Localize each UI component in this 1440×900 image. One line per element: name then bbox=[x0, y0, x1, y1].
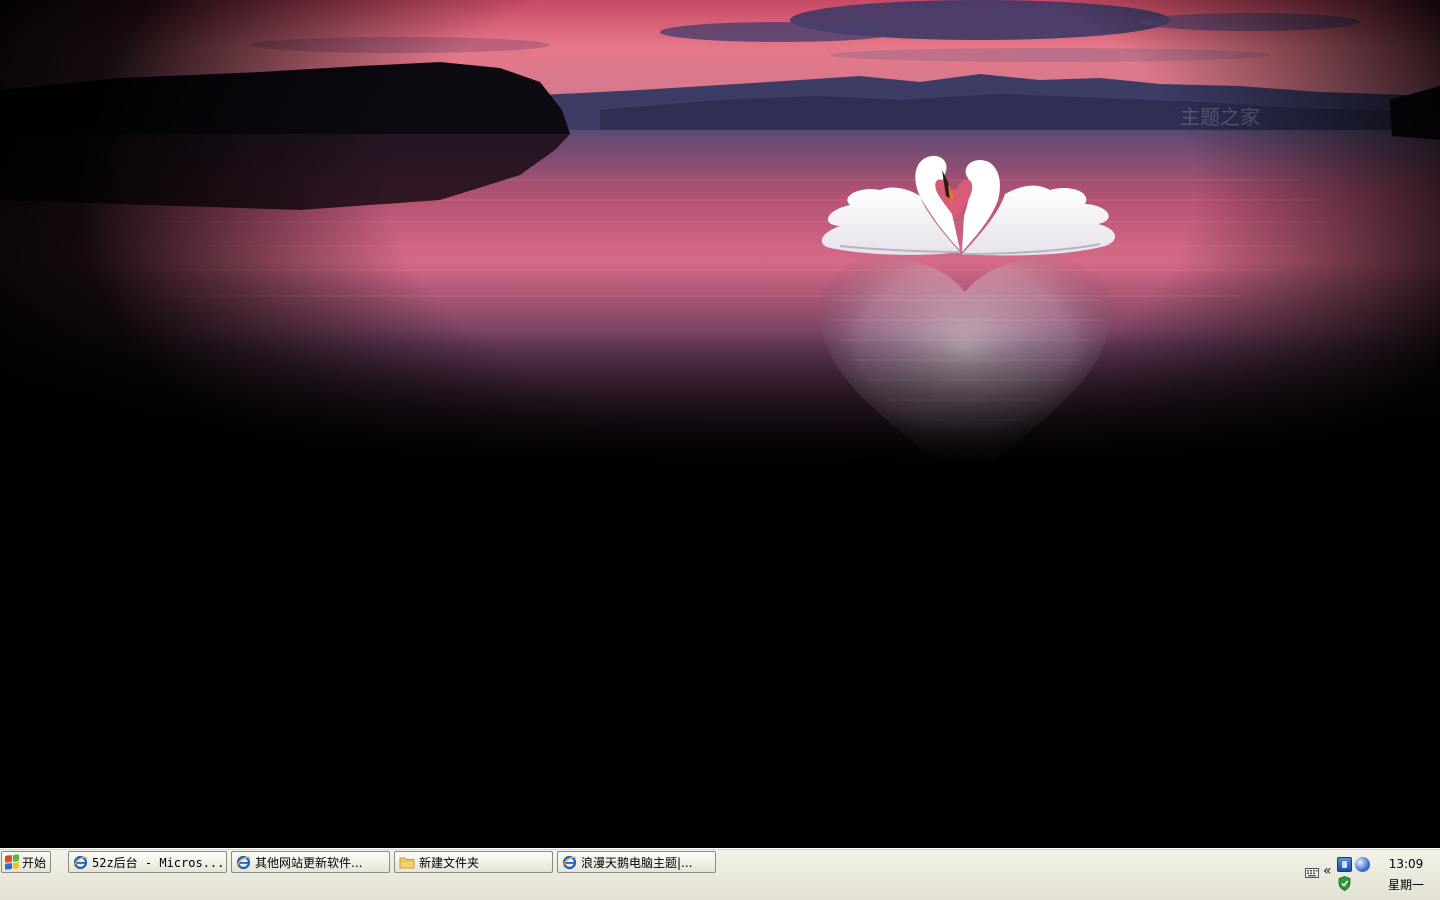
desktop: 主题之家 bbox=[0, 0, 1440, 848]
taskbar-item-new-folder[interactable]: 新建文件夹 bbox=[394, 851, 553, 873]
start-label: 开始 bbox=[22, 855, 47, 870]
wallpaper-watermark: 主题之家 bbox=[1180, 105, 1260, 129]
ie-icon bbox=[562, 855, 577, 869]
taskbar-item-label: 其他网站更新软件... bbox=[255, 855, 363, 870]
show-hidden-icons-chevron[interactable]: « bbox=[1323, 863, 1332, 879]
taskbar-item-other-sites[interactable]: 其他网站更新软件... bbox=[231, 851, 390, 873]
ie-icon bbox=[73, 855, 88, 869]
taskbar: 开始 52z后台 - Micros... 其他网站更新软件... 新建文件夹 浪… bbox=[0, 848, 1440, 900]
shield-icon[interactable] bbox=[1338, 876, 1351, 891]
taskbar-item-label: 新建文件夹 bbox=[419, 855, 480, 870]
windows-logo-icon bbox=[5, 854, 19, 870]
clock-time[interactable]: 13:09 bbox=[1377, 857, 1435, 871]
clock-day: 星期一 bbox=[1387, 878, 1424, 892]
start-button[interactable]: 开始 bbox=[1, 851, 51, 873]
ie-icon bbox=[236, 855, 251, 869]
taskbar-item-label: 52z后台 - Micros... bbox=[92, 855, 225, 870]
network-icon[interactable] bbox=[1337, 857, 1352, 872]
taskbar-item-swan-theme[interactable]: 浪漫天鹅电脑主题|... bbox=[557, 851, 716, 873]
system-tray: « 13:09 星期一 bbox=[1305, 849, 1440, 900]
folder-icon bbox=[399, 857, 415, 868]
keyboard-icon[interactable] bbox=[1305, 867, 1319, 879]
taskbar-item-label: 浪漫天鹅电脑主题|... bbox=[581, 855, 693, 870]
wallpaper-swan-lake: 主题之家 bbox=[0, 0, 1440, 848]
taskbar-item-52z-admin[interactable]: 52z后台 - Micros... bbox=[68, 851, 227, 873]
messenger-icon[interactable] bbox=[1355, 857, 1370, 872]
